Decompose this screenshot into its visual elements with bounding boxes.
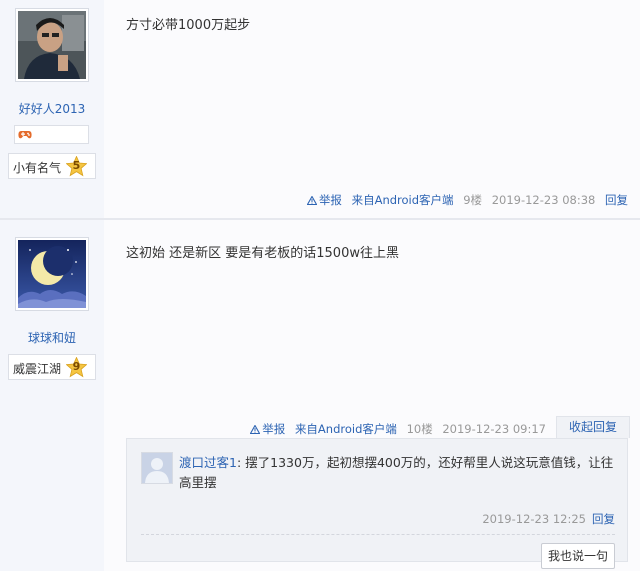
user-sidebar: 球球和妞 威震江湖 9 [0, 220, 104, 571]
reply-link[interactable]: 回复 [605, 193, 628, 207]
sub-reply-avatar[interactable] [141, 452, 173, 484]
level-number: 5 [72, 159, 81, 172]
sub-reply-meta: 2019-12-23 12:25 回复 [482, 511, 615, 527]
level-name: 威震江湖 [13, 362, 62, 376]
sub-reply-time: 2019-12-23 12:25 [482, 512, 586, 526]
post-time: 2019-12-23 09:17 [442, 422, 546, 436]
post-text: 方寸必带1000万起步 [126, 18, 251, 33]
avatar-moon-image [18, 240, 86, 308]
client-source[interactable]: 来自Android客户端 [295, 422, 397, 436]
avatar-photo [18, 11, 86, 79]
level-number: 9 [72, 360, 81, 373]
post-meta: 举报 来自Android客户端 9楼 2019-12-23 08:38 回复 [306, 192, 628, 208]
sub-reply-reply-link[interactable]: 回复 [592, 512, 615, 526]
level-badge[interactable]: 威震江湖 9 [8, 354, 96, 380]
warning-icon [250, 425, 261, 434]
say-something-button[interactable]: 我也说一句 [541, 543, 615, 569]
game-controller-icon [18, 131, 32, 139]
user-sidebar: 好好人2013 小有名气 5 [0, 0, 104, 218]
badge-strip [14, 125, 89, 144]
post-content-area: 这初始 还是新区 要是有老板的话1500w往上黑 举报 来自Android客户端… [104, 220, 640, 571]
post-floor-10: 球球和妞 威震江湖 9 这初始 还是新区 要是有老板的话1500w往上黑 举报 … [0, 220, 640, 571]
collapse-reply-button[interactable]: 收起回复 [556, 416, 630, 438]
sub-reply-panel: 渡口过客1: 摆了1330万，起初想摆400万的，还好帮里人说这玩意值钱，让往高… [126, 438, 628, 569]
post-time: 2019-12-23 08:38 [491, 193, 596, 207]
post-meta: 举报 来自Android客户端 10楼 2019-12-23 09:17 [250, 421, 552, 437]
default-avatar-icon [142, 453, 172, 483]
username[interactable]: 好好人2013 [0, 100, 104, 117]
avatar[interactable] [15, 8, 89, 82]
post-floor-9: 好好人2013 小有名气 5 方寸必带1000万起步 举报 来自Android客… [0, 0, 640, 218]
level-name: 小有名气 [13, 161, 62, 175]
sub-reply-divider [141, 534, 615, 535]
post-content-area: 方寸必带1000万起步 举报 来自Android客户端 9楼 2019-12-2… [104, 0, 640, 218]
report-link[interactable]: 举报 [250, 422, 285, 436]
sub-reply-username[interactable]: 渡口过客1 [179, 455, 237, 470]
post-text: 这初始 还是新区 要是有老板的话1500w往上黑 [126, 246, 399, 261]
warning-icon [306, 196, 317, 205]
level-badge[interactable]: 小有名气 5 [8, 153, 96, 179]
floor-number: 9楼 [463, 193, 483, 207]
sub-reply-text: 渡口过客1: 摆了1330万，起初想摆400万的，还好帮里人说这玩意值钱，让往高… [179, 455, 614, 490]
client-source[interactable]: 来自Android客户端 [352, 193, 454, 207]
sub-reply-content: 摆了1330万，起初想摆400万的，还好帮里人说这玩意值钱，让往高里摆 [179, 455, 614, 490]
star-icon: 5 [66, 156, 87, 177]
avatar[interactable] [15, 237, 89, 311]
star-icon: 9 [66, 357, 87, 378]
username[interactable]: 球球和妞 [0, 329, 104, 346]
floor-number: 10楼 [406, 422, 433, 436]
report-link[interactable]: 举报 [306, 193, 342, 207]
